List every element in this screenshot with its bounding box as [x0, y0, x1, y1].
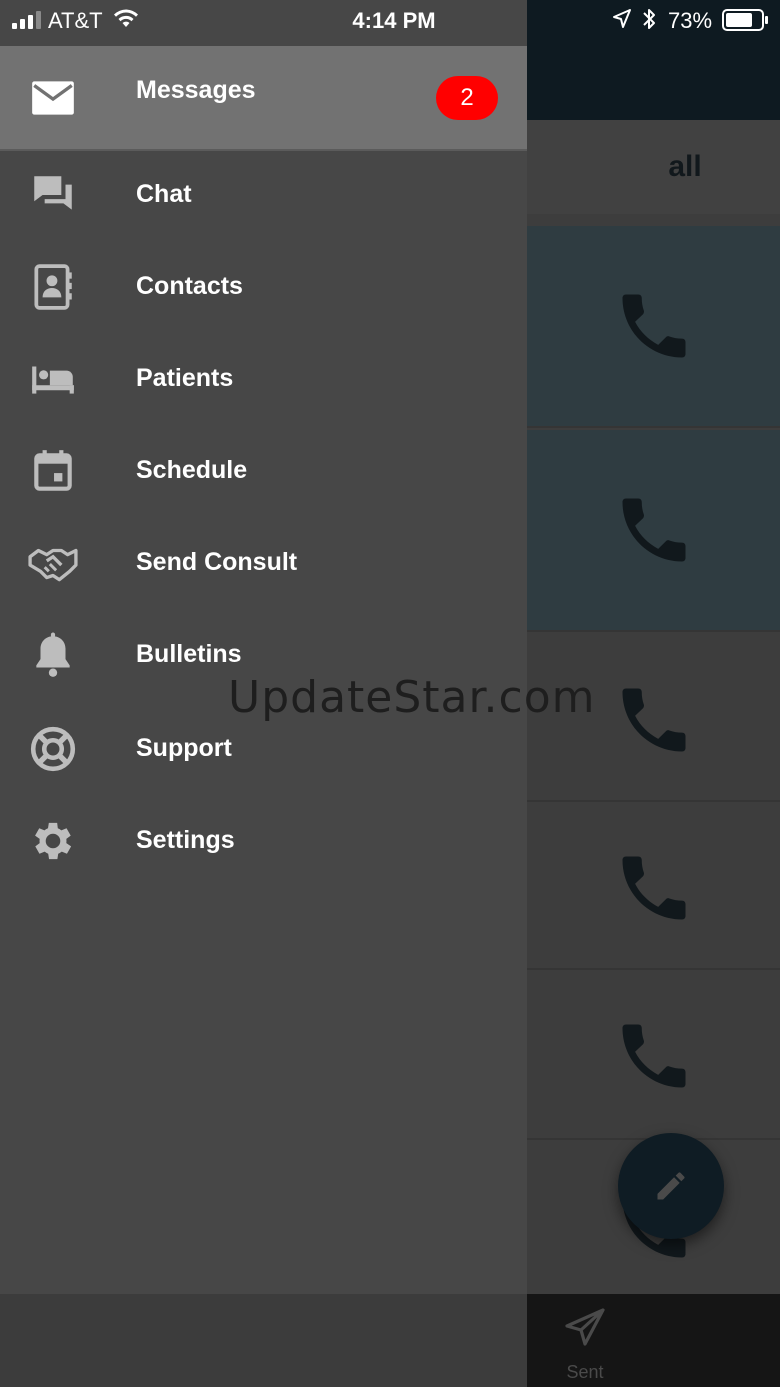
menu-item-label: Support: [136, 734, 232, 762]
menu-item-settings[interactable]: Settings: [0, 793, 527, 885]
status-time: 4:14 PM: [352, 8, 436, 33]
phone-icon: [622, 498, 686, 562]
menu-item-label: Settings: [136, 826, 235, 854]
battery-icon: [722, 9, 768, 31]
calendar-icon: [34, 450, 72, 491]
phone-icon: [622, 1024, 686, 1088]
carrier-name: AT&T: [48, 8, 103, 33]
menu-item-chat[interactable]: Chat: [0, 149, 527, 241]
status-bar: AT&T 4:14 PM 73%: [0, 0, 780, 44]
watermark: UpdateStar.com: [228, 672, 596, 723]
tab-sent-label: Sent: [566, 1362, 604, 1382]
tab-sent[interactable]: Sent: [540, 1294, 630, 1387]
menu-item-label: Chat: [136, 180, 192, 208]
menu-item-label: Patients: [136, 364, 234, 392]
handshake-icon: [28, 548, 78, 582]
phone-icon: [622, 688, 686, 752]
cellular-signal-icon: [12, 11, 41, 29]
menu-item-schedule[interactable]: Schedule: [0, 425, 527, 517]
menu-item-contacts[interactable]: Contacts: [0, 241, 527, 333]
menu-item-label: Messages: [136, 76, 256, 104]
contacts-book-icon: [34, 264, 72, 310]
menu-item-patients[interactable]: Patients: [0, 333, 527, 425]
bell-icon: [36, 632, 70, 677]
unread-count-badge: 2: [436, 76, 498, 120]
bluetooth-icon: [643, 9, 655, 29]
phone-icon: [622, 856, 686, 920]
chat-bubbles-icon: [34, 176, 72, 210]
filter-all-tab[interactable]: all: [600, 120, 770, 214]
lifebuoy-icon: [30, 726, 76, 772]
location-arrow-icon: [613, 9, 631, 28]
compose-button[interactable]: [618, 1133, 724, 1239]
drawer-footer: [0, 1294, 527, 1387]
phone-icon: [622, 294, 686, 358]
hospital-bed-icon: [32, 366, 74, 394]
menu-item-label: Schedule: [136, 456, 248, 484]
paper-plane-icon: [565, 1308, 605, 1346]
wifi-icon: [114, 9, 138, 27]
menu-item-label: Contacts: [136, 272, 243, 300]
menu-item-messages[interactable]: Messages 2: [0, 46, 527, 150]
envelope-icon: [32, 81, 74, 115]
menu-item-send-consult[interactable]: Send Consult: [0, 517, 527, 609]
battery-percent: 73%: [668, 8, 713, 33]
menu-item-label: Bulletins: [136, 640, 242, 668]
gear-icon: [35, 822, 72, 860]
menu-item-label: Send Consult: [136, 548, 298, 576]
pencil-icon: [657, 1172, 685, 1200]
